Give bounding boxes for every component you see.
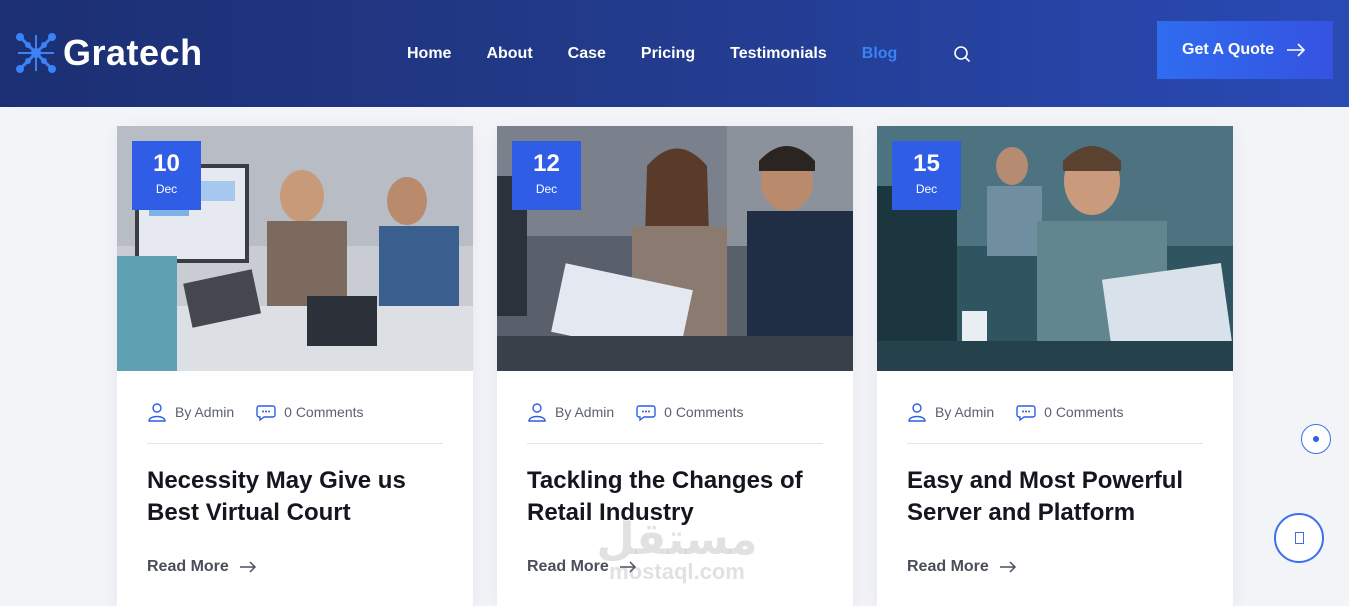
blog-card-image[interactable]: 15 Dec [877, 126, 1233, 371]
date-day: 10 [153, 150, 180, 177]
divider [527, 443, 823, 444]
blog-card: 15 Dec By Admin 0 Comments Easy and Most… [877, 126, 1233, 606]
blog-card-image[interactable]: 12 Dec [497, 126, 853, 371]
post-meta: By Admin 0 Comments [907, 402, 1203, 422]
comments-meta[interactable]: 0 Comments [636, 402, 744, 422]
date-badge: 12 Dec [512, 141, 581, 210]
nav-item-about[interactable]: About [486, 45, 532, 63]
post-title[interactable]: Necessity May Give us Best Virtual Court [147, 465, 447, 529]
author-label: By Admin [175, 404, 235, 420]
dot-icon [1313, 436, 1319, 442]
search-icon[interactable] [953, 45, 971, 63]
x-molecule-logo-icon [14, 31, 58, 75]
post-title[interactable]: Tackling the Changes of Retail Industry [527, 465, 827, 529]
blog-card: 12 Dec By Admin 0 Comments Tackling the … [497, 126, 853, 606]
nav-item-testimonials[interactable]: Testimonials [730, 45, 827, 63]
get-a-quote-label: Get A Quote [1182, 41, 1275, 58]
main-nav: Home About Case Pricing Testimonials Blo… [407, 42, 971, 66]
date-badge: 15 Dec [892, 141, 961, 210]
author-meta[interactable]: By Admin [527, 402, 614, 422]
read-more-label: Read More [527, 558, 609, 575]
nav-item-home[interactable]: Home [407, 45, 451, 63]
date-month: Dec [915, 182, 938, 196]
floating-dot-button[interactable] [1301, 424, 1331, 454]
blog-card: 10 Dec By Admin 0 Comments Necessity May… [117, 126, 473, 606]
comments-meta[interactable]: 0 Comments [1016, 402, 1124, 422]
post-meta: By Admin 0 Comments [527, 402, 823, 422]
date-month: Dec [535, 182, 558, 196]
arrow-right-icon [999, 561, 1016, 573]
author-meta[interactable]: By Admin [907, 402, 994, 422]
user-icon [148, 403, 166, 422]
brand-logo[interactable]: Gratech [14, 30, 203, 76]
get-a-quote-button[interactable]: Get A Quote [1157, 21, 1333, 79]
comments-icon [1016, 405, 1036, 422]
site-header: Gratech Home About Case Pricing Testimon… [0, 0, 1349, 107]
scroll-top-icon [1294, 532, 1304, 544]
read-more-link[interactable]: Read More [527, 557, 637, 577]
read-more-label: Read More [907, 558, 989, 575]
read-more-link[interactable]: Read More [147, 557, 257, 577]
brand-name: Gratech [63, 32, 203, 73]
read-more-link[interactable]: Read More [907, 557, 1017, 577]
author-label: By Admin [935, 404, 995, 420]
comments-label: 0 Comments [664, 404, 744, 420]
date-month: Dec [155, 182, 178, 196]
date-badge: 10 Dec [132, 141, 201, 210]
author-label: By Admin [555, 404, 615, 420]
nav-item-blog[interactable]: Blog [862, 45, 898, 63]
post-meta: By Admin 0 Comments [147, 402, 443, 422]
comments-label: 0 Comments [284, 404, 364, 420]
user-icon [528, 403, 546, 422]
read-more-label: Read More [147, 558, 229, 575]
arrow-right-icon [1287, 43, 1306, 57]
blog-card-image[interactable]: 10 Dec [117, 126, 473, 371]
arrow-right-icon [239, 561, 256, 573]
nav-item-pricing[interactable]: Pricing [641, 45, 695, 63]
post-title[interactable]: Easy and Most Powerful Server and Platfo… [907, 465, 1207, 529]
date-day: 12 [533, 150, 560, 177]
divider [907, 443, 1203, 444]
comments-meta[interactable]: 0 Comments [256, 402, 364, 422]
author-meta[interactable]: By Admin [147, 402, 234, 422]
comments-icon [636, 405, 656, 422]
scroll-to-top-button[interactable] [1274, 513, 1324, 563]
user-icon [908, 403, 926, 422]
arrow-right-icon [619, 561, 636, 573]
comments-icon [256, 405, 276, 422]
date-day: 15 [913, 150, 940, 177]
comments-label: 0 Comments [1044, 404, 1124, 420]
nav-item-case[interactable]: Case [568, 45, 606, 63]
divider [147, 443, 443, 444]
